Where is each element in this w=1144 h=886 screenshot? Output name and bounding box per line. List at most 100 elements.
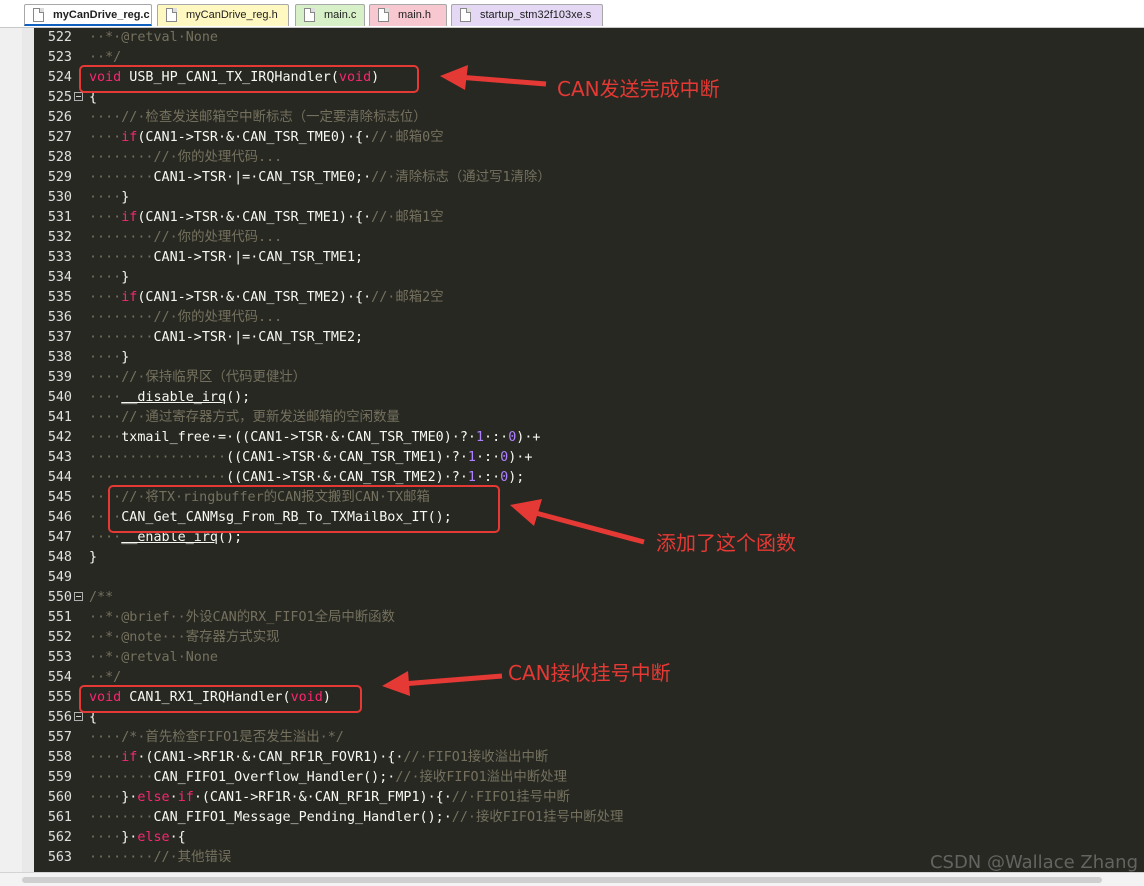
line-number: 529 (47, 170, 72, 185)
fold-toggle-icon[interactable] (74, 592, 83, 601)
code-text: ··*·@brief··外设CAN的RX_FIFO1全局中断函数 (89, 610, 395, 625)
code-text: ········CAN1->TSR·|=·CAN_TSR_TME0;·//·清除… (89, 170, 551, 185)
line-number: 547 (47, 530, 72, 545)
code-line[interactable]: 527 ····if(CAN1->TSR·&·CAN_TSR_TME0)·{·//… (34, 128, 1144, 148)
code-line[interactable]: 536 ········//·你的处理代码... (34, 308, 1144, 328)
file-icon (460, 8, 471, 22)
tab-label: myCanDrive_reg.h (186, 9, 278, 21)
code-line[interactable]: 549 (34, 568, 1144, 588)
code-line[interactable]: 552 ··*·@note···寄存器方式实现 (34, 628, 1144, 648)
tab-2[interactable]: myCanDrive_reg.h (157, 4, 289, 26)
arrow-rx-icon (382, 671, 503, 696)
code-line[interactable]: 558 ····if·(CAN1->RF1R·&·CAN_RF1R_FOVR1)·… (34, 748, 1144, 768)
code-line[interactable]: 559 ········CAN_FIFO1_Overflow_Handler();… (34, 768, 1144, 788)
line-number: 548 (47, 550, 72, 565)
line-number: 523 (47, 50, 72, 65)
code-line[interactable]: 522 ··*·@retval·None (34, 28, 1144, 48)
code-line[interactable]: 561 ········CAN_FIFO1_Message_Pending_Han… (34, 808, 1144, 828)
code-line[interactable]: 529 ········CAN1->TSR·|=·CAN_TSR_TME0;·//… (34, 168, 1144, 188)
code-text: ··*·@retval·None (89, 30, 218, 45)
fold-toggle-icon[interactable] (74, 92, 83, 101)
line-number: 534 (47, 270, 72, 285)
code-text: ····//·检查发送邮箱空中断标志（一定要清除标志位） (89, 110, 427, 125)
line-number: 554 (47, 670, 72, 685)
line-number: 528 (47, 150, 72, 165)
line-number: 526 (47, 110, 72, 125)
code-text: ········//·你的处理代码... (89, 150, 283, 165)
code-line[interactable]: 537 ········CAN1->TSR·|=·CAN_TSR_TME2; (34, 328, 1144, 348)
line-number: 558 (47, 750, 72, 765)
fold-toggle-icon[interactable] (74, 712, 83, 721)
code-line[interactable]: 534 ····} (34, 268, 1144, 288)
code-text: ········CAN1->TSR·|=·CAN_TSR_TME2; (89, 330, 364, 345)
line-number: 559 (47, 770, 72, 785)
line-number: 549 (47, 570, 72, 585)
highlight-added-function (108, 485, 500, 533)
code-line[interactable]: 560 ····}·else·if·(CAN1->RF1R·&·CAN_RF1R_… (34, 788, 1144, 808)
highlight-tx-handler (79, 65, 419, 93)
code-line[interactable]: 530 ····} (34, 188, 1144, 208)
code-line[interactable]: 538 ····} (34, 348, 1144, 368)
code-line[interactable]: 540 ····__disable_irq(); (34, 388, 1144, 408)
line-number: 539 (47, 370, 72, 385)
code-line[interactable]: 551 ··*·@brief··外设CAN的RX_FIFO1全局中断函数 (34, 608, 1144, 628)
code-text: ····} (89, 270, 130, 285)
code-text: ····//·通过寄存器方式，更新发送邮箱的空闲数量 (89, 410, 400, 425)
scrollbar-thumb[interactable] (22, 877, 1102, 883)
tab-1[interactable]: myCanDrive_reg.c (24, 4, 152, 26)
line-number: 555 (47, 690, 72, 705)
line-number: 532 (47, 230, 72, 245)
code-line[interactable]: 532 ········//·你的处理代码... (34, 228, 1144, 248)
line-number: 556 (47, 710, 72, 725)
code-line[interactable]: 539 ····//·保持临界区（代码更健壮） (34, 368, 1144, 388)
code-text: ········//·你的处理代码... (89, 230, 283, 245)
code-text: ····if·(CAN1->RF1R·&·CAN_RF1R_FOVR1)·{·/… (89, 750, 549, 765)
code-line[interactable]: 543 ·················((CAN1->TSR·&·CAN_TS… (34, 448, 1144, 468)
code-text: ·················((CAN1->TSR·&·CAN_TSR_T… (89, 450, 533, 465)
line-number: 560 (47, 790, 72, 805)
tab-label: main.h (398, 9, 432, 21)
tab-4[interactable]: main.h (369, 4, 447, 26)
line-number: 535 (47, 290, 72, 305)
tab-label: main.c (324, 9, 357, 21)
line-number: 552 (47, 630, 72, 645)
code-editor[interactable]: 522 ··*·@retval·None 523 ··*/524 void USB_HP… (34, 28, 1144, 872)
code-line[interactable]: 533 ········CAN1->TSR·|=·CAN_TSR_TME1; (34, 248, 1144, 268)
line-number: 557 (47, 730, 72, 745)
tab-label: startup_stm32f103xe.s (480, 9, 592, 21)
code-text: ··*·@retval·None (89, 650, 218, 665)
code-text: ····if(CAN1->TSR·&·CAN_TSR_TME1)·{·//·邮箱… (89, 210, 444, 225)
file-icon (378, 8, 389, 22)
code-text: } (89, 550, 98, 565)
line-number: 522 (47, 30, 72, 45)
line-number: 562 (47, 830, 72, 845)
line-number: 537 (47, 330, 72, 345)
tab-3[interactable]: main.c (295, 4, 365, 26)
code-line[interactable]: 535 ····if(CAN1->TSR·&·CAN_TSR_TME2)·{·//… (34, 288, 1144, 308)
code-text: ····} (89, 190, 130, 205)
horizontal-scrollbar[interactable] (0, 872, 1144, 886)
file-icon (304, 8, 315, 22)
line-number: 563 (47, 850, 72, 865)
code-line[interactable]: 526 ····//·检查发送邮箱空中断标志（一定要清除标志位） (34, 108, 1144, 128)
callout-rx-pending: CAN接收挂号中断 (508, 661, 671, 685)
line-number: 550 (47, 590, 72, 605)
watermark: CSDN @Wallace Zhang (929, 852, 1138, 873)
code-line[interactable]: 531 ····if(CAN1->TSR·&·CAN_TSR_TME1)·{·//… (34, 208, 1144, 228)
line-number: 538 (47, 350, 72, 365)
code-line[interactable]: 541 ····//·通过寄存器方式，更新发送邮箱的空闲数量 (34, 408, 1144, 428)
line-number: 531 (47, 210, 72, 225)
tab-bar: myCanDrive_reg.c myCanDrive_reg.h main.c ma… (0, 0, 1144, 28)
code-line[interactable]: 548} (34, 548, 1144, 568)
line-number: 542 (47, 430, 72, 445)
code-line[interactable]: 562 ····}·else·{ (34, 828, 1144, 848)
code-text: ····__disable_irq(); (89, 390, 251, 405)
code-text: ····}·else·if·(CAN1->RF1R·&·CAN_RF1R_FMP… (89, 790, 570, 805)
line-number: 524 (47, 70, 72, 85)
code-line[interactable]: 550 /** (34, 588, 1144, 608)
tab-5[interactable]: startup_stm32f103xe.s (451, 4, 603, 26)
code-line[interactable]: 542 ····txmail_free·=·((CAN1->TSR·&·CAN_T… (34, 428, 1144, 448)
code-line[interactable]: 528 ········//·你的处理代码... (34, 148, 1144, 168)
line-number: 527 (47, 130, 72, 145)
code-line[interactable]: 557 ····/*·首先检查FIFO1是否发生溢出·*/ (34, 728, 1144, 748)
